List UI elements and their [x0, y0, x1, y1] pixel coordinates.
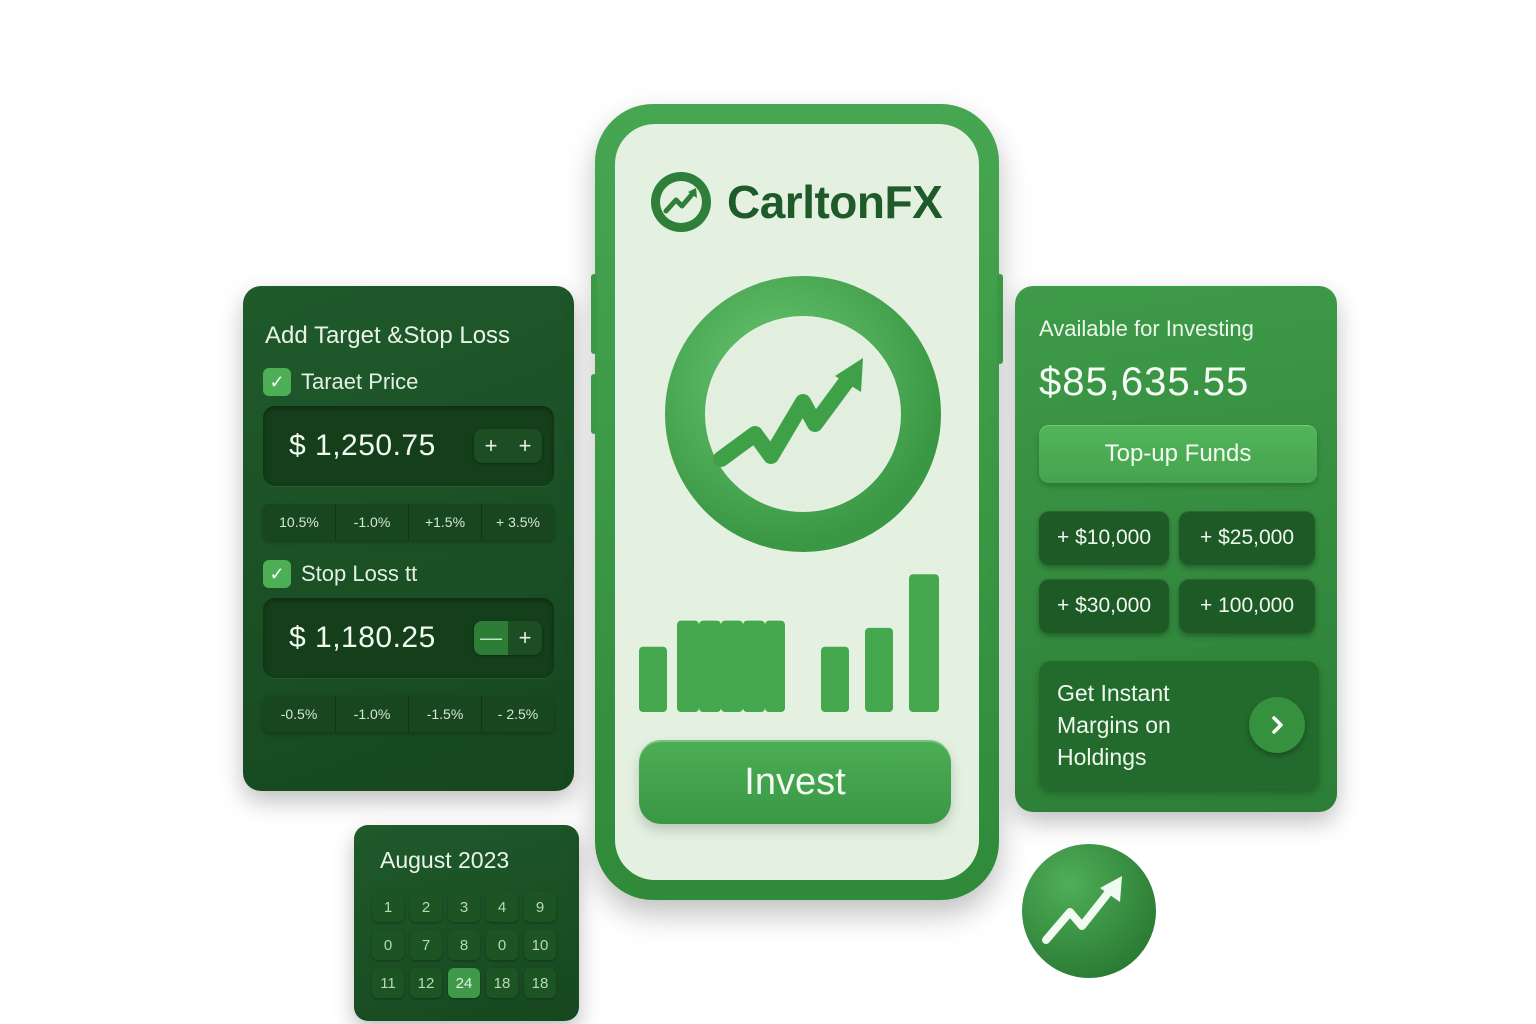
calendar-day[interactable]: 12: [410, 968, 442, 998]
calendar-month-title: August 2023: [380, 847, 510, 873]
stop-increment-button[interactable]: +: [508, 621, 542, 655]
calendar-day[interactable]: 2: [410, 892, 442, 922]
topup-funds-button[interactable]: Top-up Funds: [1039, 425, 1317, 483]
amount-button[interactable]: + 100,000: [1179, 579, 1315, 633]
calendar-day[interactable]: 0: [372, 930, 404, 960]
calendar-day[interactable]: 8: [448, 930, 480, 960]
calendar-grid: 1 2 3 4 9 0 7 8 0 10 11 12 24 18 18: [372, 892, 561, 998]
calendar-day[interactable]: 3: [448, 892, 480, 922]
target-pct-chip[interactable]: + 3.5%: [482, 504, 554, 540]
bar-graphic: [639, 574, 939, 712]
trend-up-circle-icon: [651, 172, 711, 232]
available-amount: $85,635.55: [1039, 360, 1250, 404]
calendar-day[interactable]: 1: [372, 892, 404, 922]
bar-graphic-bar: [821, 646, 849, 712]
target-decrement-button[interactable]: +: [474, 429, 508, 463]
calendar-day[interactable]: 4: [486, 892, 518, 922]
instant-margins-text: Get Instant Margins on Holdings: [1057, 680, 1171, 770]
phone-side-button: [591, 274, 597, 354]
bar-graphic-bar: [639, 646, 667, 712]
phone-mockup: CarltonFX Invest: [591, 104, 1003, 900]
stop-percent-chips: -0.5% -1.0% -1.5% - 2.5%: [263, 696, 554, 732]
calendar-day[interactable]: 9: [524, 892, 556, 922]
target-pct-chip[interactable]: 10.5%: [263, 504, 336, 540]
bar-graphic-bar: [677, 620, 699, 712]
target-stop-title: Add Target &Stop Loss: [265, 322, 511, 349]
calendar-card: August 2023 1 2 3 4 9 0 7 8 0 10 11 12 24 18 18: [354, 825, 579, 1021]
stage: Add Target &Stop Loss ✓ Taraet Price $ 1…: [0, 0, 1536, 1024]
target-pct-chip[interactable]: +1.5%: [409, 504, 482, 540]
trend-up-badge-icon: [1022, 844, 1156, 978]
bar-graphic-bar: [721, 620, 743, 712]
stop-loss-field[interactable]: $ 1,180.25 — +: [263, 598, 554, 678]
amount-button[interactable]: + $30,000: [1039, 579, 1169, 633]
bar-graphic-bar: [909, 574, 939, 712]
calendar-day[interactable]: 0: [486, 930, 518, 960]
calendar-day[interactable]: 18: [524, 968, 556, 998]
calendar-day[interactable]: 10: [524, 930, 556, 960]
calendar-day[interactable]: 18: [486, 968, 518, 998]
stop-loss-row[interactable]: ✓ Stop Loss tt: [263, 560, 554, 588]
target-price-field[interactable]: $ 1,250.75 + +: [263, 406, 554, 486]
bar-graphic-bar: [765, 620, 785, 712]
target-price-checkbox[interactable]: ✓: [263, 368, 291, 396]
instant-margins-button[interactable]: [1249, 697, 1305, 753]
stop-pct-chip[interactable]: -1.5%: [409, 696, 482, 732]
bar-graphic-bar: [699, 620, 721, 712]
brand-name: CarltonFX: [727, 176, 943, 228]
stop-pct-chip[interactable]: - 2.5%: [482, 696, 554, 732]
target-pct-chip[interactable]: -1.0%: [336, 504, 409, 540]
amount-button[interactable]: + $25,000: [1179, 511, 1315, 565]
target-percent-chips: 10.5% -1.0% +1.5% + 3.5%: [263, 504, 554, 540]
stop-pct-chip[interactable]: -1.0%: [336, 696, 409, 732]
invest-button[interactable]: Invest: [639, 740, 951, 824]
phone-side-button: [997, 274, 1003, 364]
calendar-day[interactable]: 7: [410, 930, 442, 960]
stop-loss-label: Stop Loss tt: [301, 561, 418, 586]
phone-screen: CarltonFX Invest: [615, 124, 979, 880]
available-label: Available for Investing: [1039, 316, 1254, 341]
brand-header: CarltonFX: [649, 170, 943, 234]
check-icon: ✓: [269, 563, 285, 584]
stop-decrement-button[interactable]: —: [474, 621, 508, 655]
bar-graphic-bar: [743, 620, 765, 712]
target-price-row[interactable]: ✓ Taraet Price: [263, 368, 554, 396]
amount-button[interactable]: + $10,000: [1039, 511, 1169, 565]
stop-loss-stepper: — +: [474, 621, 542, 655]
instant-margins-panel[interactable]: Get Instant Margins on Holdings: [1039, 661, 1319, 789]
target-price-value[interactable]: $ 1,250.75: [289, 429, 436, 463]
quick-amounts: + $10,000 + $25,000 + $30,000 + 100,000: [1039, 511, 1317, 633]
trend-up-arrow-icon: [665, 276, 941, 552]
stop-loss-checkbox[interactable]: ✓: [263, 560, 291, 588]
bar-graphic-bar: [865, 627, 893, 712]
stop-loss-value[interactable]: $ 1,180.25: [289, 621, 436, 655]
calendar-day[interactable]: 24: [448, 968, 480, 998]
phone-side-button: [591, 374, 597, 434]
funds-card: Available for Investing $85,635.55 Top-u…: [1015, 286, 1337, 812]
target-price-stepper: + +: [474, 429, 542, 463]
calendar-day[interactable]: 11: [372, 968, 404, 998]
stop-pct-chip[interactable]: -0.5%: [263, 696, 336, 732]
target-price-label: Taraet Price: [301, 369, 419, 394]
check-icon: ✓: [269, 371, 285, 392]
chevron-right-icon: [1272, 716, 1283, 734]
target-stop-card: Add Target &Stop Loss ✓ Taraet Price $ 1…: [243, 286, 574, 791]
target-increment-button[interactable]: +: [508, 429, 542, 463]
